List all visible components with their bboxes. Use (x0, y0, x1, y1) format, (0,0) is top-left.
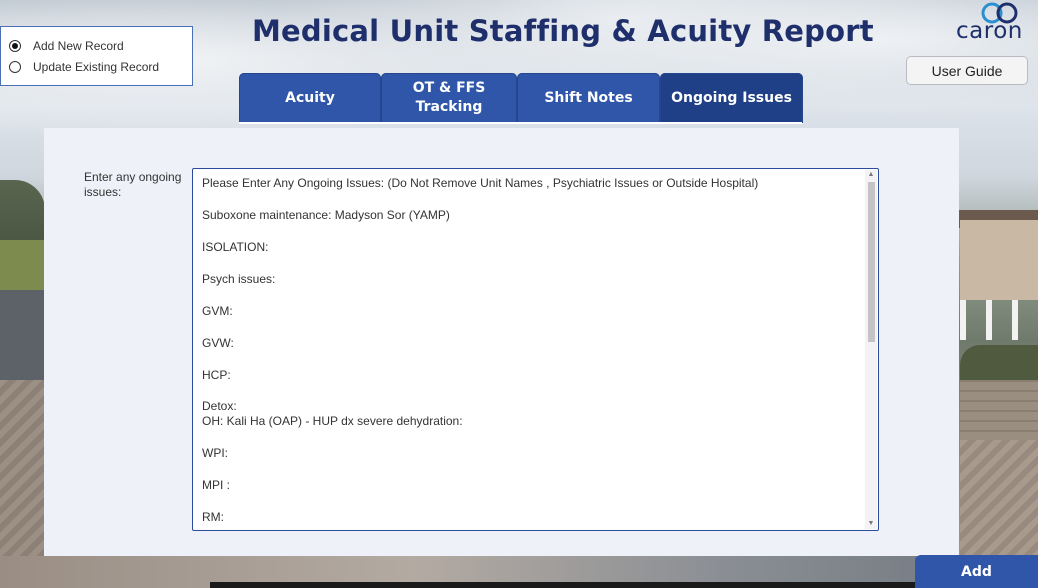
bottom-bar (210, 582, 915, 588)
textarea-line (202, 383, 862, 399)
textarea-line: WPI: (202, 446, 228, 460)
scroll-up-arrow-icon[interactable]: ▲ (865, 170, 877, 180)
textarea-scrollbar[interactable]: ▲ ▼ (865, 170, 877, 529)
textarea-line: Suboxone maintenance: Madyson Sor (YAMP) (202, 208, 450, 222)
tab-shift-notes[interactable]: Shift Notes (517, 73, 660, 123)
add-button[interactable]: Add (915, 555, 1038, 588)
tab-underline (239, 122, 802, 124)
textarea-line: Psych issues: (202, 272, 276, 286)
textarea-line (202, 351, 862, 368)
ongoing-issues-text[interactable]: Please Enter Any Ongoing Issues: (Do Not… (202, 176, 862, 525)
textarea-line: GVW: (202, 336, 234, 350)
textarea-line (202, 429, 862, 446)
record-mode-radio-group: Add New Record Update Existing Record (0, 26, 193, 86)
textarea-line: Detox: (202, 399, 237, 413)
radio-label: Update Existing Record (33, 59, 160, 74)
radio-button-icon[interactable] (9, 60, 21, 73)
tab-acuity[interactable]: Acuity (239, 73, 381, 123)
textarea-line (202, 287, 862, 304)
user-guide-button[interactable]: User Guide (906, 56, 1028, 85)
tab-ongoing-issues[interactable]: Ongoing Issues (660, 73, 803, 123)
caron-logo: caron (955, 0, 1038, 44)
textarea-line: Please Enter Any Ongoing Issues: (Do Not… (202, 176, 759, 190)
textarea-line (202, 223, 862, 240)
ongoing-issues-label: Enter any ongoing issues: (84, 170, 182, 199)
textarea-line (202, 255, 862, 272)
textarea-line: GVM: (202, 304, 233, 318)
logo-text: caron (956, 18, 1023, 44)
radio-add-new-record[interactable]: Add New Record (9, 35, 184, 56)
textarea-line (202, 461, 862, 478)
tab-ot-ffs-tracking[interactable]: OT & FFS Tracking (381, 73, 517, 123)
textarea-line: ISOLATION: (202, 240, 269, 254)
radio-button-selected-icon[interactable] (9, 39, 21, 52)
textarea-line (202, 493, 862, 510)
textarea-line (202, 319, 862, 336)
ongoing-issues-textarea[interactable]: Please Enter Any Ongoing Issues: (Do Not… (192, 168, 879, 531)
textarea-line: HCP: (202, 368, 231, 382)
textarea-line: OH: Kali Ha (OAP) - HUP dx severe dehydr… (202, 414, 463, 428)
radio-update-existing-record[interactable]: Update Existing Record (9, 56, 184, 77)
textarea-line: RM: (202, 510, 224, 524)
textarea-line: MPI : (202, 478, 231, 492)
textarea-line (202, 191, 862, 208)
page-title: Medical Unit Staffing & Acuity Report (252, 14, 874, 48)
scroll-down-arrow-icon[interactable]: ▼ (865, 519, 877, 529)
scroll-thumb[interactable] (868, 182, 875, 342)
radio-label: Add New Record (33, 38, 124, 53)
